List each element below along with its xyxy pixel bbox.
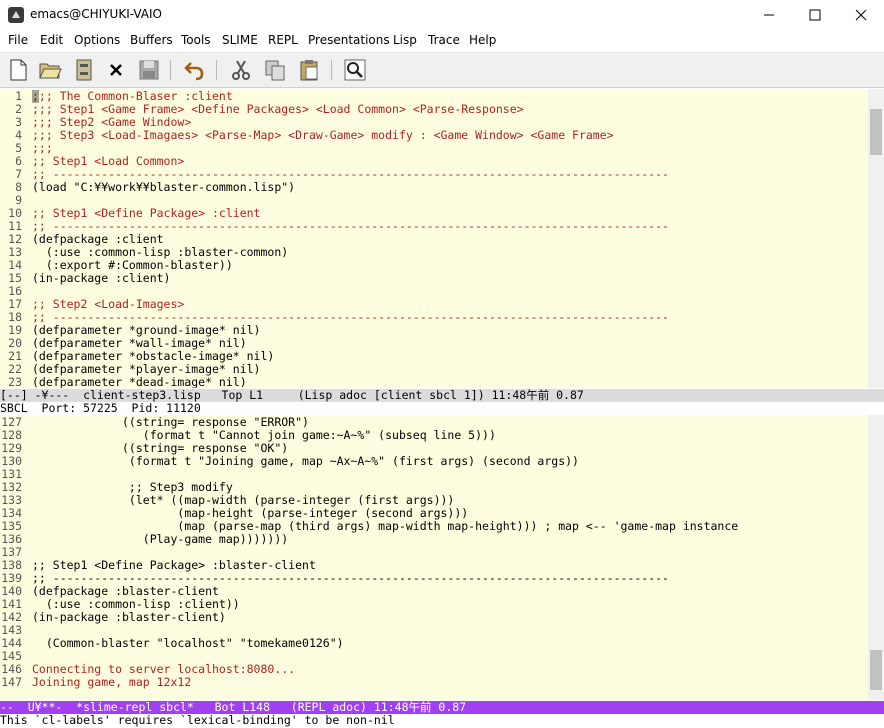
close-icon [110,64,122,76]
copy-icon [265,60,285,81]
line-text: (load "C:¥¥work¥¥blaster-common.lisp") [32,180,296,194]
menu-tools[interactable]: Tools [181,33,211,47]
menu-file[interactable]: File [8,33,28,47]
open-folder-icon [39,63,62,79]
maximize-button[interactable] [792,0,838,30]
menu-edit[interactable]: Edit [40,33,63,47]
slime-repl-pane[interactable]: 127 ((string= response "ERROR") 128 (form… [0,415,868,700]
paste-button[interactable] [297,58,321,82]
dired-icon [76,59,92,81]
tool-bar [0,53,884,88]
line-text: (in-package :client) [32,271,171,285]
editor-pane-client-step3[interactable]: 1;;; The Common-Blaser :client 2;;; Step1… [0,89,868,388]
line-number: 23 [8,375,22,389]
emacs-app-icon [8,7,24,23]
copy-button[interactable] [263,58,287,82]
menu-trace[interactable]: Trace [428,33,460,47]
menu-help[interactable]: Help [469,33,496,47]
text-cursor [32,90,39,103]
repl-header-line: SBCL Port: 57225 Pid: 11120 [0,402,884,415]
line-text: (format t "Joining game, map ~Ax~A~%" (f… [32,454,579,468]
save-button[interactable] [137,58,161,82]
menu-options[interactable]: Options [74,33,120,47]
kill-buffer-button[interactable] [104,58,128,82]
save-icon [139,60,159,80]
undo-button[interactable] [182,58,206,82]
bottom-scrollbar[interactable] [868,415,884,700]
menu-repl[interactable]: REPL [268,33,298,47]
cut-button[interactable] [229,58,253,82]
menu-presentations[interactable]: Presentations [308,33,390,47]
menu-lisp[interactable]: Lisp [393,33,417,47]
top-scrollbar-thumb[interactable] [870,109,882,155]
minimize-button[interactable] [746,0,792,30]
echo-area: This `cl-labels' requires `lexical-bindi… [0,714,884,727]
menu-slime[interactable]: SLIME [222,33,258,47]
search-button[interactable] [343,58,367,82]
new-file-button[interactable] [6,58,30,82]
cut-icon [232,60,250,80]
bottom-scrollbar-thumb[interactable] [870,650,882,690]
dired-button[interactable] [72,58,96,82]
line-text: (Play-game map))))))) [32,532,289,546]
menu-buffers[interactable]: Buffers [130,33,173,47]
menu-bar: File Edit Options Buffers Tools SLIME RE… [0,30,884,53]
maximize-icon [809,9,821,21]
top-scrollbar[interactable] [868,89,884,388]
close-window-button[interactable] [838,0,884,30]
undo-icon [184,62,204,81]
line-text: Joining game, map 12x12 [32,675,192,689]
title-bar: emacs@CHIYUKI-VAIO [0,0,884,30]
open-folder-button[interactable] [38,58,62,82]
line-text: (in-package :blaster-client) [32,610,226,624]
new-file-icon [10,59,27,81]
line-text: (Common-blaster "localhost" "tomekame012… [32,636,344,650]
paste-icon [300,60,318,81]
search-icon [344,59,366,81]
line-text: (defparameter *dead-image* nil) [32,375,247,389]
line-text: ;;; Step3 <Load-Imagaes> <Parse-Map> <Dr… [32,128,614,142]
minimize-icon [764,14,774,16]
window-title: emacs@CHIYUKI-VAIO [30,7,162,21]
close-icon [855,9,867,21]
line-number: 147 [1,675,22,689]
